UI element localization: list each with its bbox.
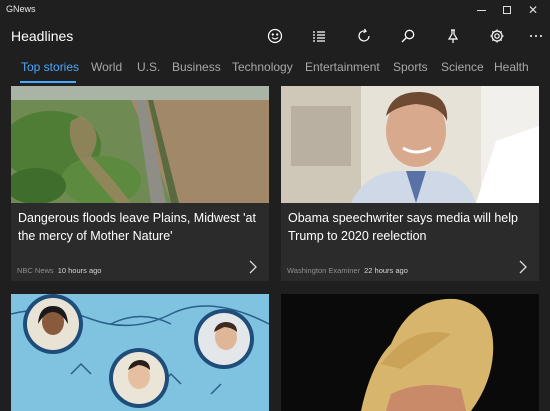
active-tab-indicator <box>20 81 76 83</box>
card-headline: Dangerous floods leave Plains, Midwest '… <box>18 211 256 243</box>
tab-sports[interactable]: Sports <box>393 60 428 74</box>
pin-icon[interactable] <box>443 26 463 46</box>
card-source: Washington Examiner <box>287 266 361 275</box>
search-icon[interactable] <box>398 26 418 46</box>
minimize-icon <box>476 9 486 11</box>
gear-icon[interactable] <box>487 26 507 46</box>
card-meta: Washington Examiner 22 hours ago <box>287 266 408 275</box>
page-title: Headlines <box>11 28 74 44</box>
speechwriter-portrait-photo <box>281 86 539 203</box>
flooded-river-aerial-photo <box>11 86 269 203</box>
app-name: GNews <box>6 4 36 14</box>
tab-world[interactable]: World <box>91 60 122 74</box>
tab-entertainment[interactable]: Entertainment <box>305 60 380 74</box>
close-button[interactable]: ✕ <box>516 0 550 20</box>
candidates-illustration <box>11 294 269 411</box>
category-tabs: Top stories World U.S. Business Technolo… <box>0 56 550 86</box>
tab-us[interactable]: U.S. <box>137 60 160 74</box>
trump-back-of-head-photo <box>281 294 539 411</box>
close-icon: ✕ <box>527 3 539 17</box>
title-bar: GNews ✕ <box>0 0 550 20</box>
tab-business[interactable]: Business <box>172 60 221 74</box>
tab-health[interactable]: Health <box>494 60 529 74</box>
chevron-right-icon[interactable] <box>247 260 259 274</box>
card-time: 22 hours ago <box>364 266 408 275</box>
tab-science[interactable]: Science <box>441 60 484 74</box>
list-icon[interactable] <box>309 26 329 46</box>
news-card[interactable]: Dangerous floods leave Plains, Midwest '… <box>11 86 269 281</box>
card-source: NBC News <box>17 266 54 275</box>
card-time: 10 hours ago <box>57 266 102 275</box>
smiley-icon[interactable] <box>265 26 285 46</box>
tab-top-stories[interactable]: Top stories <box>21 60 79 74</box>
card-headline: Obama speechwriter says media will help … <box>288 211 518 243</box>
news-card[interactable] <box>11 294 269 411</box>
maximize-icon <box>503 6 511 14</box>
tab-technology[interactable]: Technology <box>232 60 293 74</box>
news-card[interactable] <box>281 294 539 411</box>
refresh-icon[interactable] <box>354 26 374 46</box>
chevron-right-icon[interactable] <box>517 260 529 274</box>
more-icon[interactable] <box>526 26 546 46</box>
news-card[interactable]: Obama speechwriter says media will help … <box>281 86 539 281</box>
header: Headlines <box>0 20 550 52</box>
card-meta: NBC News 10 hours ago <box>17 266 101 275</box>
